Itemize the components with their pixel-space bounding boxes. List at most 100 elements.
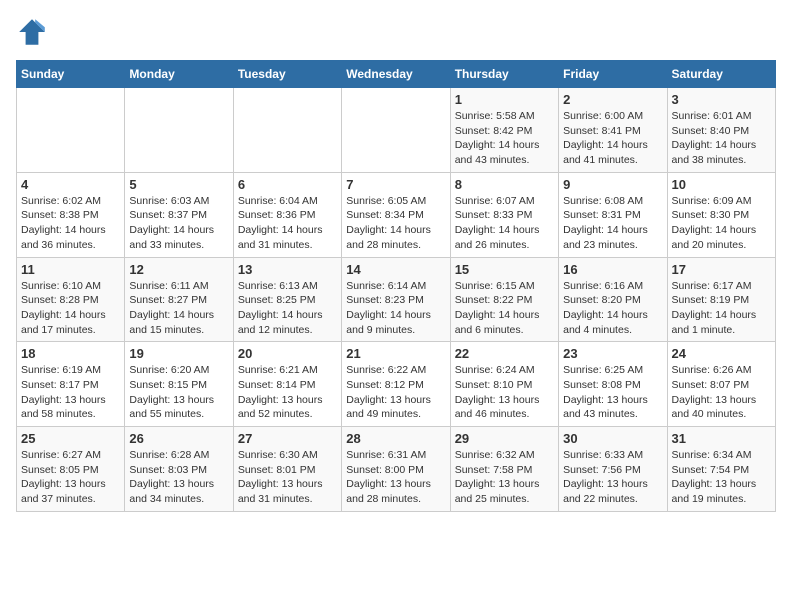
calendar-table: SundayMondayTuesdayWednesdayThursdayFrid… — [16, 60, 776, 512]
day-number: 24 — [672, 346, 771, 361]
day-number: 29 — [455, 431, 554, 446]
day-info: Sunrise: 6:25 AM Sunset: 8:08 PM Dayligh… — [563, 363, 662, 422]
calendar-cell — [233, 88, 341, 173]
day-number: 20 — [238, 346, 337, 361]
day-info: Sunrise: 6:30 AM Sunset: 8:01 PM Dayligh… — [238, 448, 337, 507]
weekday-header-sunday: Sunday — [17, 61, 125, 88]
day-info: Sunrise: 6:05 AM Sunset: 8:34 PM Dayligh… — [346, 194, 445, 253]
day-number: 21 — [346, 346, 445, 361]
logo — [16, 16, 52, 48]
day-info: Sunrise: 6:33 AM Sunset: 7:56 PM Dayligh… — [563, 448, 662, 507]
calendar-cell: 31Sunrise: 6:34 AM Sunset: 7:54 PM Dayli… — [667, 427, 775, 512]
day-info: Sunrise: 6:16 AM Sunset: 8:20 PM Dayligh… — [563, 279, 662, 338]
calendar-cell: 16 Sunrise: 6:16 AM Sunset: 8:20 PM Dayli… — [559, 257, 667, 342]
calendar-cell — [17, 88, 125, 173]
calendar-cell: 18Sunrise: 6:19 AM Sunset: 8:17 PM Dayli… — [17, 342, 125, 427]
day-info: Sunrise: 6:10 AM Sunset: 8:28 PM Dayligh… — [21, 279, 120, 338]
day-info: Sunrise: 6:13 AM Sunset: 8:25 PM Dayligh… — [238, 279, 337, 338]
calendar-cell: 17 Sunrise: 6:17 AM Sunset: 8:19 PM Dayli… — [667, 257, 775, 342]
calendar-cell: 14 Sunrise: 6:14 AM Sunset: 8:23 PM Dayli… — [342, 257, 450, 342]
day-info: Sunrise: 6:11 AM Sunset: 8:27 PM Dayligh… — [129, 279, 228, 338]
weekday-header-thursday: Thursday — [450, 61, 558, 88]
day-number: 1 — [455, 92, 554, 107]
calendar-cell: 20 Sunrise: 6:21 AM Sunset: 8:14 PM Dayli… — [233, 342, 341, 427]
calendar-week-row: 11 Sunrise: 6:10 AM Sunset: 8:28 PM Dayli… — [17, 257, 776, 342]
day-number: 6 — [238, 177, 337, 192]
day-info: Sunrise: 6:27 AM Sunset: 8:05 PM Dayligh… — [21, 448, 120, 507]
calendar-cell: 7Sunrise: 6:05 AM Sunset: 8:34 PM Daylig… — [342, 172, 450, 257]
calendar-cell: 27 Sunrise: 6:30 AM Sunset: 8:01 PM Dayli… — [233, 427, 341, 512]
day-info: Sunrise: 6:01 AM Sunset: 8:40 PM Dayligh… — [672, 109, 771, 168]
day-number: 18 — [21, 346, 120, 361]
calendar-cell: 15 Sunrise: 6:15 AM Sunset: 8:22 PM Dayli… — [450, 257, 558, 342]
weekday-header-monday: Monday — [125, 61, 233, 88]
day-number: 5 — [129, 177, 228, 192]
day-number: 25 — [21, 431, 120, 446]
day-number: 26 — [129, 431, 228, 446]
day-info: Sunrise: 6:15 AM Sunset: 8:22 PM Dayligh… — [455, 279, 554, 338]
calendar-cell: 22 Sunrise: 6:24 AM Sunset: 8:10 PM Dayli… — [450, 342, 558, 427]
day-number: 11 — [21, 262, 120, 277]
day-info: Sunrise: 6:34 AM Sunset: 7:54 PM Dayligh… — [672, 448, 771, 507]
calendar-cell: 28Sunrise: 6:31 AM Sunset: 8:00 PM Dayli… — [342, 427, 450, 512]
day-number: 19 — [129, 346, 228, 361]
calendar-cell: 26 Sunrise: 6:28 AM Sunset: 8:03 PM Dayli… — [125, 427, 233, 512]
day-number: 23 — [563, 346, 662, 361]
calendar-cell: 19 Sunrise: 6:20 AM Sunset: 8:15 PM Dayli… — [125, 342, 233, 427]
day-info: Sunrise: 6:31 AM Sunset: 8:00 PM Dayligh… — [346, 448, 445, 507]
day-number: 4 — [21, 177, 120, 192]
calendar-week-row: 1 Sunrise: 5:58 AM Sunset: 8:42 PM Daylig… — [17, 88, 776, 173]
day-number: 22 — [455, 346, 554, 361]
calendar-cell: 11 Sunrise: 6:10 AM Sunset: 8:28 PM Dayli… — [17, 257, 125, 342]
day-number: 27 — [238, 431, 337, 446]
day-number: 16 — [563, 262, 662, 277]
calendar-cell: 4 Sunrise: 6:02 AM Sunset: 8:38 PM Daylig… — [17, 172, 125, 257]
day-number: 30 — [563, 431, 662, 446]
day-info: Sunrise: 6:02 AM Sunset: 8:38 PM Dayligh… — [21, 194, 120, 253]
day-info: Sunrise: 6:26 AM Sunset: 8:07 PM Dayligh… — [672, 363, 771, 422]
calendar-cell: 24 Sunrise: 6:26 AM Sunset: 8:07 PM Dayli… — [667, 342, 775, 427]
day-info: Sunrise: 6:00 AM Sunset: 8:41 PM Dayligh… — [563, 109, 662, 168]
day-info: Sunrise: 6:20 AM Sunset: 8:15 PM Dayligh… — [129, 363, 228, 422]
day-info: Sunrise: 6:32 AM Sunset: 7:58 PM Dayligh… — [455, 448, 554, 507]
logo-icon — [16, 16, 48, 48]
day-info: Sunrise: 5:58 AM Sunset: 8:42 PM Dayligh… — [455, 109, 554, 168]
calendar-cell: 13 Sunrise: 6:13 AM Sunset: 8:25 PM Dayli… — [233, 257, 341, 342]
day-info: Sunrise: 6:03 AM Sunset: 8:37 PM Dayligh… — [129, 194, 228, 253]
day-number: 9 — [563, 177, 662, 192]
day-info: Sunrise: 6:28 AM Sunset: 8:03 PM Dayligh… — [129, 448, 228, 507]
calendar-cell: 8Sunrise: 6:07 AM Sunset: 8:33 PM Daylig… — [450, 172, 558, 257]
calendar-cell: 3 Sunrise: 6:01 AM Sunset: 8:40 PM Daylig… — [667, 88, 775, 173]
day-info: Sunrise: 6:07 AM Sunset: 8:33 PM Dayligh… — [455, 194, 554, 253]
day-number: 15 — [455, 262, 554, 277]
day-info: Sunrise: 6:14 AM Sunset: 8:23 PM Dayligh… — [346, 279, 445, 338]
calendar-cell: 5 Sunrise: 6:03 AM Sunset: 8:37 PM Daylig… — [125, 172, 233, 257]
weekday-header-row: SundayMondayTuesdayWednesdayThursdayFrid… — [17, 61, 776, 88]
calendar-cell: 9 Sunrise: 6:08 AM Sunset: 8:31 PM Daylig… — [559, 172, 667, 257]
day-info: Sunrise: 6:24 AM Sunset: 8:10 PM Dayligh… — [455, 363, 554, 422]
calendar-cell — [342, 88, 450, 173]
calendar-cell: 29 Sunrise: 6:32 AM Sunset: 7:58 PM Dayli… — [450, 427, 558, 512]
calendar-cell — [125, 88, 233, 173]
calendar-cell: 2 Sunrise: 6:00 AM Sunset: 8:41 PM Daylig… — [559, 88, 667, 173]
day-number: 3 — [672, 92, 771, 107]
day-info: Sunrise: 6:21 AM Sunset: 8:14 PM Dayligh… — [238, 363, 337, 422]
day-info: Sunrise: 6:08 AM Sunset: 8:31 PM Dayligh… — [563, 194, 662, 253]
calendar-cell: 30 Sunrise: 6:33 AM Sunset: 7:56 PM Dayli… — [559, 427, 667, 512]
day-number: 2 — [563, 92, 662, 107]
day-info: Sunrise: 6:17 AM Sunset: 8:19 PM Dayligh… — [672, 279, 771, 338]
day-number: 10 — [672, 177, 771, 192]
day-number: 14 — [346, 262, 445, 277]
day-info: Sunrise: 6:09 AM Sunset: 8:30 PM Dayligh… — [672, 194, 771, 253]
day-info: Sunrise: 6:22 AM Sunset: 8:12 PM Dayligh… — [346, 363, 445, 422]
calendar-cell: 23 Sunrise: 6:25 AM Sunset: 8:08 PM Dayli… — [559, 342, 667, 427]
day-info: Sunrise: 6:04 AM Sunset: 8:36 PM Dayligh… — [238, 194, 337, 253]
weekday-header-wednesday: Wednesday — [342, 61, 450, 88]
weekday-header-tuesday: Tuesday — [233, 61, 341, 88]
calendar-cell: 25 Sunrise: 6:27 AM Sunset: 8:05 PM Dayli… — [17, 427, 125, 512]
day-number: 13 — [238, 262, 337, 277]
calendar-cell: 1 Sunrise: 5:58 AM Sunset: 8:42 PM Daylig… — [450, 88, 558, 173]
calendar-cell: 21 Sunrise: 6:22 AM Sunset: 8:12 PM Dayli… — [342, 342, 450, 427]
day-number: 17 — [672, 262, 771, 277]
calendar-week-row: 25 Sunrise: 6:27 AM Sunset: 8:05 PM Dayli… — [17, 427, 776, 512]
